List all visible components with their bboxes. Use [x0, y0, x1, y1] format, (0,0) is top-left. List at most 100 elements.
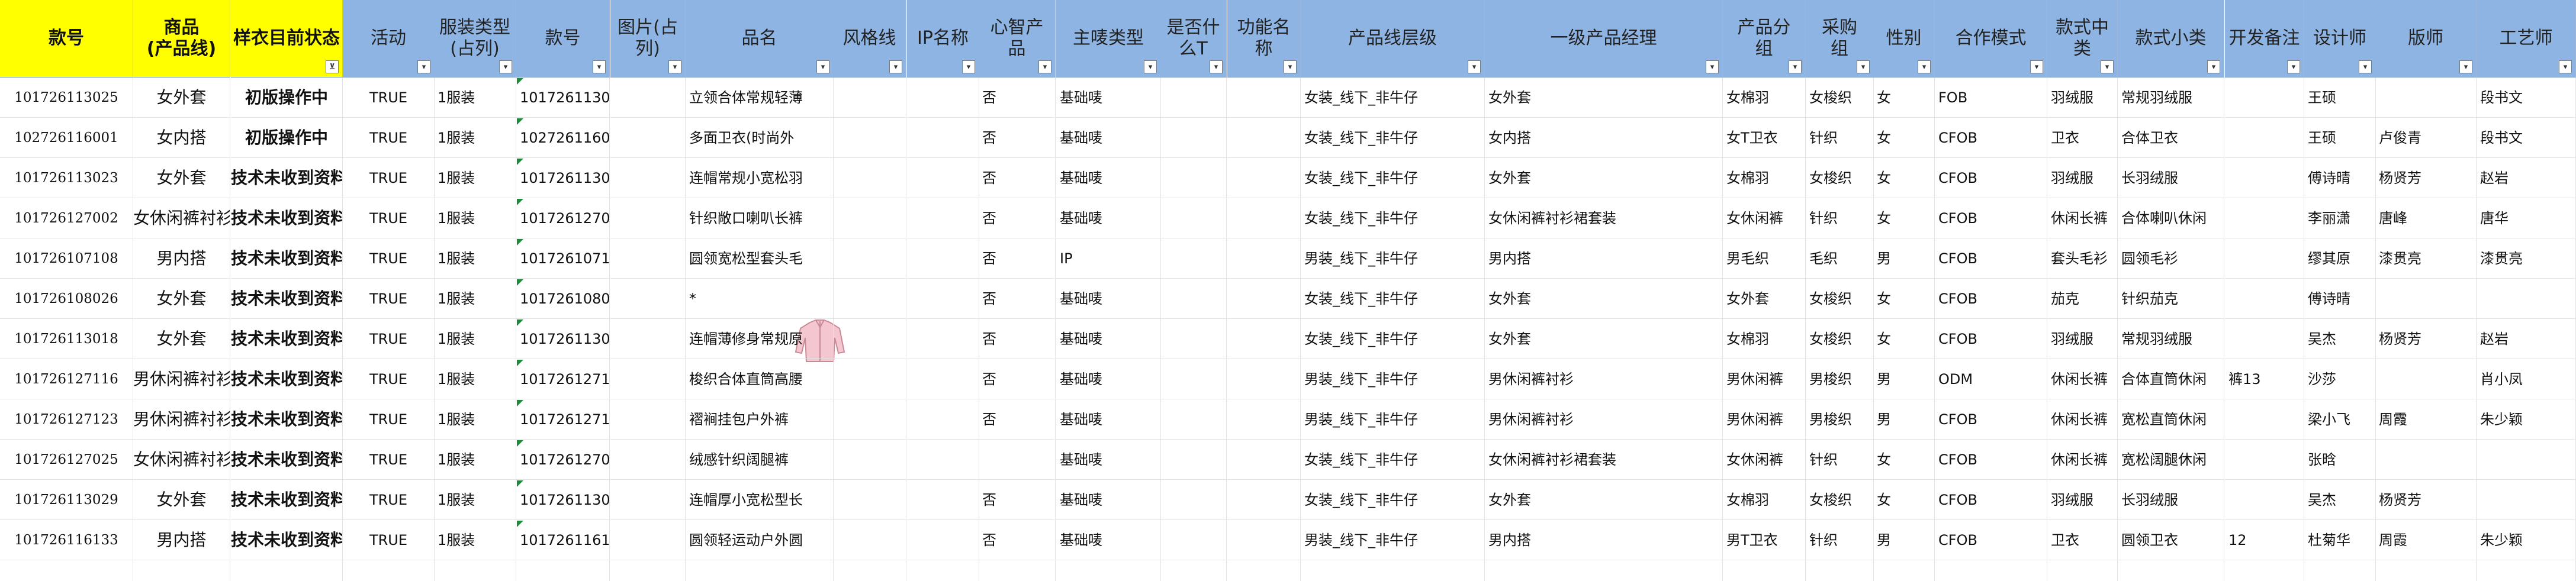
empty-cell[interactable]: [2304, 560, 2376, 581]
cell-function-name[interactable]: [1227, 118, 1301, 158]
cell-pattern-maker[interactable]: 唐峰: [2375, 198, 2477, 238]
cell-picture[interactable]: [610, 520, 686, 560]
cell-product-line[interactable]: 男休闲裤衬衫: [133, 399, 230, 440]
cell-activity[interactable]: TRUE: [343, 440, 435, 480]
cell-is-what-t[interactable]: [1160, 78, 1227, 118]
cell-style-no[interactable]: 101726127116: [0, 359, 133, 399]
cell-is-what-t[interactable]: [1160, 359, 1227, 399]
cell-purchase-group[interactable]: 女梭织: [1806, 158, 1874, 198]
cell-purchase-group[interactable]: 针织: [1806, 440, 1874, 480]
cell-product-name[interactable]: 针织敞口喇叭长裤: [686, 198, 834, 238]
dropdown-arrow-icon[interactable]: ▾: [816, 60, 829, 73]
cell-style-sub-class[interactable]: 圆领毛衫: [2118, 238, 2224, 279]
cell-sample-status[interactable]: 初版操作中: [231, 118, 343, 158]
cell-product-line-level[interactable]: 女装_线下_非牛仔: [1301, 158, 1485, 198]
header-product-line-level[interactable]: 产品线层级 ▾: [1301, 0, 1485, 78]
cell-main-label-type[interactable]: 基础唛: [1056, 480, 1161, 520]
empty-cell[interactable]: [610, 560, 686, 581]
cell-first-level-pm[interactable]: 女休闲裤衬衫裙套装: [1485, 440, 1723, 480]
dropdown-arrow-icon[interactable]: ▾: [1144, 60, 1157, 73]
cell-mind-product[interactable]: 否: [979, 359, 1056, 399]
dropdown-arrow-icon[interactable]: ▾: [2459, 60, 2472, 73]
cell-mind-product[interactable]: 否: [979, 198, 1056, 238]
cell-style-no-2[interactable]: 102726116001: [516, 118, 610, 158]
cell-ip-name[interactable]: [907, 520, 979, 560]
cell-main-label-type[interactable]: 基础唛: [1056, 399, 1161, 440]
cell-activity[interactable]: TRUE: [343, 279, 435, 319]
cell-ip-name[interactable]: [907, 158, 979, 198]
cell-garment-type[interactable]: 1服装: [434, 78, 516, 118]
cell-style-sub-class[interactable]: 长羽绒服: [2118, 480, 2224, 520]
cell-product-line[interactable]: 女外套: [133, 480, 230, 520]
cell-cooperation-mode[interactable]: CFOB: [1935, 279, 2047, 319]
cell-purchase-group[interactable]: 女梭织: [1806, 319, 1874, 359]
cell-product-group[interactable]: 男T卫衣: [1723, 520, 1806, 560]
cell-product-name[interactable]: 立领合体常规轻薄: [686, 78, 834, 118]
cell-mind-product[interactable]: 否: [979, 78, 1056, 118]
empty-cell[interactable]: [979, 560, 1056, 581]
cell-mind-product[interactable]: 否: [979, 279, 1056, 319]
cell-style-sub-class[interactable]: 宽松直筒休闲: [2118, 399, 2224, 440]
header-style-no[interactable]: 款号: [0, 0, 133, 78]
cell-style-mid-class[interactable]: 卫衣: [2047, 520, 2118, 560]
cell-purchase-group[interactable]: 针织: [1806, 118, 1874, 158]
cell-mind-product[interactable]: 否: [979, 319, 1056, 359]
cell-product-group[interactable]: 女休闲裤: [1723, 440, 1806, 480]
cell-gender[interactable]: 女: [1873, 78, 1935, 118]
cell-dev-note[interactable]: [2225, 399, 2304, 440]
cell-dev-note[interactable]: 12: [2225, 520, 2304, 560]
empty-cell[interactable]: [2047, 560, 2118, 581]
cell-cooperation-mode[interactable]: CFOB: [1935, 440, 2047, 480]
cell-product-line[interactable]: 女休闲裤衬衫裙: [133, 198, 230, 238]
cell-main-label-type[interactable]: 基础唛: [1056, 78, 1161, 118]
empty-cell[interactable]: [1723, 560, 1806, 581]
cell-is-what-t[interactable]: [1160, 158, 1227, 198]
cell-designer[interactable]: 傅诗晴: [2304, 158, 2376, 198]
empty-cell[interactable]: [2118, 560, 2224, 581]
cell-product-name[interactable]: 圆领轻运动户外圆: [686, 520, 834, 560]
cell-gender[interactable]: 男: [1873, 238, 1935, 279]
header-ip-name[interactable]: IP名称 ▾: [907, 0, 979, 78]
header-activity[interactable]: 活动 ▾: [343, 0, 435, 78]
cell-pattern-maker[interactable]: [2375, 78, 2477, 118]
empty-cell[interactable]: [907, 560, 979, 581]
empty-cell[interactable]: [833, 560, 906, 581]
cell-technician[interactable]: [2477, 440, 2576, 480]
cell-style-no-2[interactable]: 101726127025: [516, 440, 610, 480]
cell-dev-note[interactable]: [2225, 279, 2304, 319]
dropdown-arrow-icon[interactable]: ▾: [499, 60, 512, 73]
header-style-line[interactable]: 风格线 ▾: [833, 0, 906, 78]
cell-gender[interactable]: 女: [1873, 198, 1935, 238]
dropdown-arrow-icon[interactable]: ▾: [1284, 60, 1297, 73]
cell-ip-name[interactable]: [907, 399, 979, 440]
cell-mind-product[interactable]: [979, 440, 1056, 480]
cell-technician[interactable]: 赵岩: [2477, 158, 2576, 198]
cell-dev-note[interactable]: [2225, 158, 2304, 198]
cell-activity[interactable]: TRUE: [343, 399, 435, 440]
cell-first-level-pm[interactable]: 男休闲裤衬衫: [1485, 359, 1723, 399]
cell-technician[interactable]: [2477, 480, 2576, 520]
cell-product-line[interactable]: 女外套: [133, 78, 230, 118]
cell-product-name[interactable]: *: [686, 279, 834, 319]
cell-ip-name[interactable]: [907, 480, 979, 520]
cell-sample-status[interactable]: 技术未收到资料: [231, 440, 343, 480]
cell-activity[interactable]: TRUE: [343, 78, 435, 118]
dropdown-arrow-icon[interactable]: ▾: [1918, 60, 1931, 73]
cell-sample-status[interactable]: 初版操作中: [231, 78, 343, 118]
cell-style-sub-class[interactable]: 合体直筒休闲: [2118, 359, 2224, 399]
cell-technician[interactable]: 朱少颖: [2477, 399, 2576, 440]
cell-cooperation-mode[interactable]: CFOB: [1935, 158, 2047, 198]
cell-garment-type[interactable]: 1服装: [434, 480, 516, 520]
header-is-what-t[interactable]: 是否什 么T ▾: [1160, 0, 1227, 78]
cell-product-line-level[interactable]: 女装_线下_非牛仔: [1301, 440, 1485, 480]
cell-main-label-type[interactable]: IP: [1056, 238, 1161, 279]
cell-picture[interactable]: [610, 118, 686, 158]
empty-cell[interactable]: [2375, 560, 2477, 581]
cell-product-line[interactable]: 女外套: [133, 158, 230, 198]
cell-picture[interactable]: [610, 158, 686, 198]
cell-garment-type[interactable]: 1服装: [434, 118, 516, 158]
cell-garment-type[interactable]: 1服装: [434, 238, 516, 279]
cell-sample-status[interactable]: 技术未收到资料: [231, 399, 343, 440]
cell-garment-type[interactable]: 1服装: [434, 158, 516, 198]
cell-gender[interactable]: 男: [1873, 399, 1935, 440]
